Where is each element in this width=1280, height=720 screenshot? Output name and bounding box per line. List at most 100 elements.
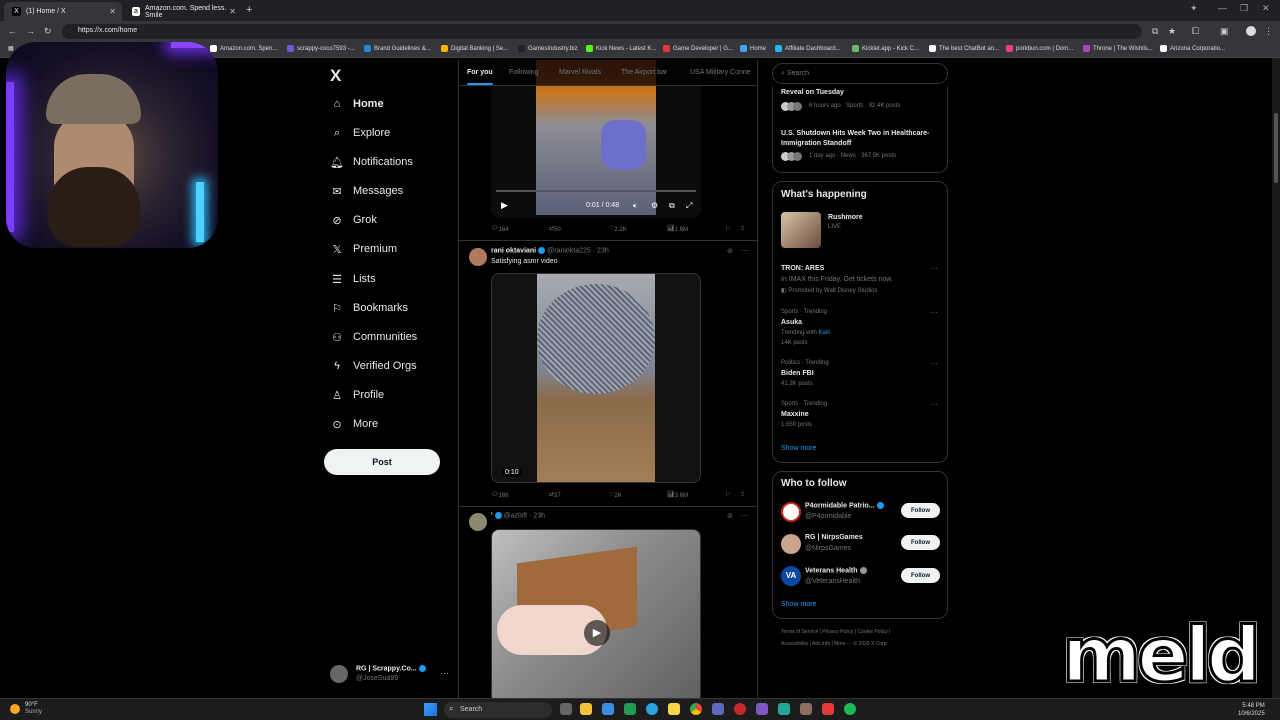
search-input[interactable]: ⌕ Search (772, 63, 948, 84)
new-tab-button[interactable]: + (246, 4, 252, 16)
trend-name[interactable]: Asuka (781, 319, 802, 326)
nav-home[interactable]: ⌂ Home (330, 94, 384, 114)
follow-name[interactable]: Veterans Health (805, 567, 869, 574)
more-dots-icon[interactable]: ··· (930, 359, 938, 368)
like-button[interactable]: ♡ 2.2K (609, 225, 627, 233)
follow-name[interactable]: RG | NirpsGames (805, 534, 863, 541)
close-icon[interactable]: ✕ (229, 7, 236, 16)
nav-premium[interactable]: 𝕏 Premium (330, 239, 397, 259)
bookmark-item[interactable]: The best ChatBot an... (929, 45, 999, 52)
bookmark-item[interactable]: scrappy-coco7593 -... (287, 45, 355, 52)
live-thumbnail[interactable] (781, 212, 821, 248)
tweet-author[interactable]: ' @azlsft · 23h (491, 512, 545, 519)
follow-button[interactable]: Follow (901, 503, 940, 518)
follow-name[interactable]: P4ormidable Patrio... (805, 502, 886, 509)
grok-icon[interactable]: ⊘ (727, 247, 733, 255)
video-player[interactable]: 0:10 (491, 273, 701, 483)
app-icon[interactable] (602, 703, 614, 715)
bookmark-icon[interactable]: ⚐ (725, 491, 730, 498)
account-switcher[interactable]: RG | Scrappy.Co... @JoseSua99 ··· (330, 663, 450, 685)
grok-icon[interactable]: ⊘ (727, 512, 733, 520)
more-dots-icon[interactable]: ··· (930, 308, 938, 317)
url-field[interactable]: https://x.com/home (62, 24, 1142, 39)
bookmark-item[interactable]: Affiliate Dashboard... (775, 45, 841, 52)
bookmark-item[interactable]: Game Developer | G... (663, 45, 733, 52)
tab-following[interactable]: Following (509, 69, 539, 76)
avatar[interactable] (781, 534, 801, 554)
scrollbar-thumb[interactable] (1274, 113, 1278, 183)
minimize-icon[interactable]: — (1218, 3, 1227, 13)
reply-button[interactable]: 💬︎ 164 (491, 225, 509, 233)
opera-icon[interactable] (734, 703, 746, 715)
promo-title[interactable]: TRON: ARES (781, 265, 824, 272)
show-more-link[interactable]: Show more (781, 445, 816, 452)
nav-lists[interactable]: ☰ Lists (330, 269, 376, 289)
nav-notifications[interactable]: 🔔︎ Notifications (330, 152, 413, 172)
nav-more[interactable]: ⊙ More (330, 414, 378, 434)
follow-button[interactable]: Follow (901, 535, 940, 550)
trend-name[interactable]: Maxxine (781, 411, 809, 418)
x-logo-icon[interactable]: X (330, 66, 341, 86)
bookmark-item[interactable]: Brand Guidelines &... (364, 45, 431, 52)
bookmark-item[interactable]: Amazon.com. Spen... (210, 45, 277, 52)
va-logo-icon[interactable]: VA (781, 566, 801, 586)
reload-icon[interactable]: ↻ (44, 26, 52, 37)
app-icon[interactable] (800, 703, 812, 715)
task-view-icon[interactable] (560, 703, 572, 715)
more-dots-icon[interactable]: ··· (930, 264, 938, 273)
app-icon[interactable] (778, 703, 790, 715)
taskbar-search[interactable]: Search (444, 702, 552, 718)
weather-widget[interactable]: 90°F Sunny (10, 702, 42, 716)
bookmark-item[interactable]: porkbun.com | Dom... (1006, 45, 1073, 52)
nav-communities[interactable]: ⚇ Communities (330, 327, 417, 347)
close-window-icon[interactable]: ✕ (1262, 3, 1270, 14)
app-icon[interactable] (624, 703, 636, 715)
app-icon[interactable] (822, 703, 834, 715)
nav-verified-orgs[interactable]: ϟ Verified Orgs (330, 356, 417, 376)
share-icon[interactable]: ⇪ (740, 491, 745, 498)
news-title[interactable]: Reveal on Tuesday (781, 89, 844, 96)
system-clock[interactable]: 5:48 PM 10/6/2025 (1238, 702, 1265, 718)
bookmark-icon[interactable]: ⚐ (725, 225, 730, 232)
tweet-author[interactable]: rani oktaviani @raniokta225 · 23h (491, 247, 609, 254)
news-title[interactable]: U.S. Shutdown Hits Week Two in Healthcar… (781, 129, 931, 149)
nav-explore[interactable]: ⌕ Explore (330, 123, 390, 143)
nav-profile[interactable]: ♙ Profile (330, 385, 384, 405)
nav-messages[interactable]: ✉ Messages (330, 181, 403, 201)
follow-button[interactable]: Follow (901, 568, 940, 583)
more-dots-icon[interactable]: ··· (930, 400, 938, 409)
tab-marvel-rivals[interactable]: Marvel Rivals (559, 69, 601, 76)
repost-button[interactable]: ⇄ 37 (549, 491, 561, 499)
live-title[interactable]: Rushmore (828, 214, 863, 221)
spotify-icon[interactable] (844, 703, 856, 715)
views-button[interactable]: 📊︎ 1.6M (667, 225, 688, 233)
bookmark-item[interactable]: Digital Banking | Se... (441, 45, 508, 52)
chrome-icon[interactable] (690, 703, 702, 715)
volume-icon[interactable]: 🔈︎ (633, 201, 638, 211)
file-explorer-icon[interactable] (580, 703, 592, 715)
install-icon[interactable]: ⧉ (1152, 26, 1158, 37)
avatar[interactable] (469, 513, 487, 531)
fullscreen-icon[interactable]: ⤢ (686, 201, 692, 211)
bookmark-item[interactable]: Home (740, 45, 766, 52)
video-progress[interactable] (496, 190, 696, 192)
telegram-icon[interactable] (646, 703, 658, 715)
post-button[interactable]: Post (324, 449, 440, 475)
tab-x-home[interactable]: X (1) Home / X ✕ (4, 2, 122, 21)
tab-usa-military[interactable]: USA Military Conne (690, 69, 751, 76)
sidebar-icon[interactable]: ▣ (1220, 26, 1229, 37)
settings-icon[interactable]: ⚙ (651, 201, 658, 210)
app-icon[interactable] (668, 703, 680, 715)
bookmark-item[interactable]: GamesIndustry.biz (518, 45, 578, 52)
profile-avatar[interactable] (1246, 26, 1256, 36)
windows-start-icon[interactable] (424, 703, 437, 716)
bookmark-item[interactable]: Arizona Corporatio... (1160, 45, 1225, 52)
bookmark-item[interactable]: Kick News - Latest K... (586, 45, 656, 52)
extensions-icon[interactable]: ⧠ (1192, 26, 1199, 37)
forward-icon[interactable]: → (26, 26, 35, 36)
nav-grok[interactable]: ⊘ Grok (330, 210, 376, 230)
share-icon[interactable]: ⇪ (740, 225, 745, 232)
video-player[interactable]: ▶ (491, 529, 701, 700)
app-icon[interactable] (712, 703, 724, 715)
back-icon[interactable]: ← (8, 26, 17, 36)
